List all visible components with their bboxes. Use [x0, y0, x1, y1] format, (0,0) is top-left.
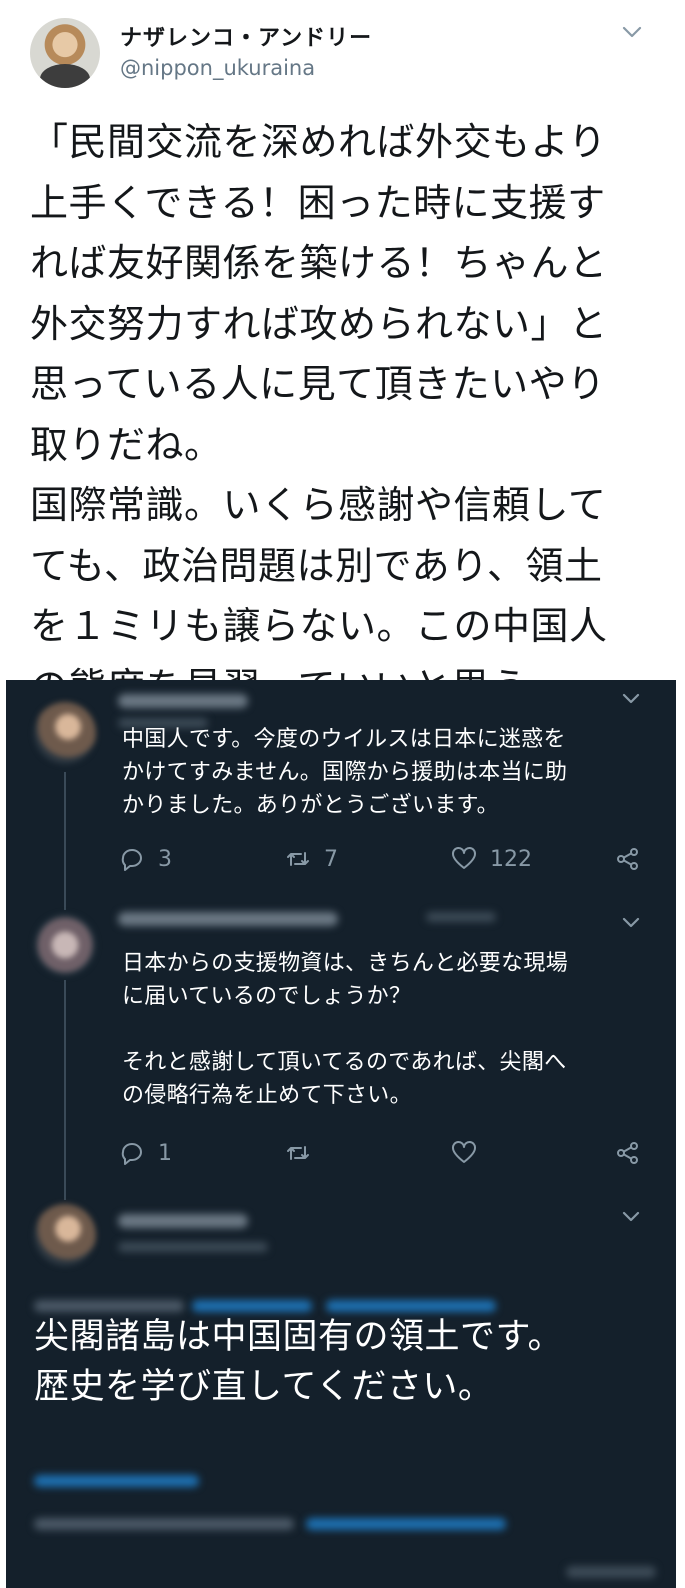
tweet-body-text: 「民間交流を深めれば外交もより 上手くできる！困った時に支援す れば友好関係を築… [30, 120, 608, 709]
blurred-client [306, 1518, 506, 1530]
reply-text: 中国人です。今度のウイルスは日本に迷惑を かけてすみません。国際から援助は本当に… [122, 727, 568, 818]
retweet-icon [287, 852, 309, 866]
focused-reply-text: 尖閣諸島は中国固有の領土です。 歴史を学び直してください。 [34, 1317, 564, 1407]
author-handle[interactable]: @nippon_ukuraina [120, 56, 315, 80]
author-avatar[interactable] [30, 18, 100, 88]
main-tweet: ナザレンコ・アンドリー @nippon_ukuraina 「民間交流を深めれば外… [0, 0, 685, 709]
reply-count: 1 [158, 1140, 172, 1166]
chevron-down-icon[interactable] [618, 912, 644, 934]
blurred-handle [426, 912, 496, 922]
retweet-icon [287, 1146, 309, 1160]
blurred-stats [566, 1566, 656, 1578]
thread-line [64, 772, 66, 910]
reply-button[interactable]: 3 [118, 844, 172, 874]
blurred-username [118, 694, 248, 708]
retweet-button[interactable] [284, 1138, 324, 1168]
blurred-mention [326, 1300, 496, 1312]
blurred-translate-link [34, 1475, 199, 1487]
like-button[interactable] [450, 1138, 490, 1168]
blurred-avatar [34, 1204, 96, 1266]
blurred-username [118, 1214, 248, 1228]
retweet-count: 7 [324, 846, 338, 872]
reply-text: 日本からの支援物資は、きちんと必要な現場 に届いているのでしょうか？ それと感謝… [122, 951, 569, 1108]
blurred-mention [192, 1300, 312, 1312]
blurred-avatar [34, 702, 96, 764]
chevron-down-icon[interactable] [618, 688, 644, 710]
blurred-timestamp [34, 1518, 294, 1530]
share-button[interactable] [614, 1138, 642, 1168]
reply-icon [121, 1143, 142, 1165]
embedded-thread-screenshot: 中国人です。今度のウイルスは日本に迷惑を かけてすみません。国際から援助は本当に… [6, 680, 676, 1588]
like-count: 122 [490, 846, 532, 872]
blurred-avatar [34, 914, 96, 976]
thread-line [64, 980, 66, 1200]
reply-icon [121, 849, 142, 871]
reply-button[interactable]: 1 [118, 1138, 172, 1168]
reply-count: 3 [158, 846, 172, 872]
like-button[interactable]: 122 [450, 844, 532, 874]
heart-icon [452, 1141, 476, 1163]
share-icon [617, 848, 638, 870]
share-button[interactable] [614, 844, 642, 874]
blurred-replying-to [34, 1300, 184, 1312]
share-icon [617, 1142, 638, 1164]
heart-icon [452, 847, 476, 869]
retweet-button[interactable]: 7 [284, 844, 338, 874]
chevron-down-icon[interactable] [618, 1206, 644, 1228]
author-display-name[interactable]: ナザレンコ・アンドリー [120, 20, 372, 52]
blurred-username [118, 912, 338, 926]
blurred-handle [118, 1242, 268, 1252]
chevron-down-icon[interactable] [618, 20, 646, 44]
